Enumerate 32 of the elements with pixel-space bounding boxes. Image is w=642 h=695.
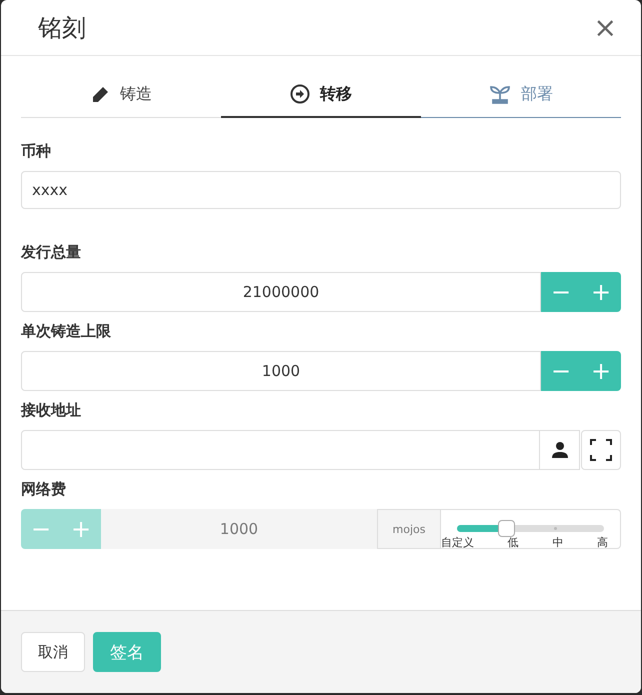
tab[interactable]: 铸造 <box>21 72 221 118</box>
field-label: 币种 <box>21 142 52 161</box>
sprout-icon <box>489 84 511 104</box>
contacts-button[interactable] <box>540 430 580 470</box>
tick-label: 自定义 <box>441 536 474 549</box>
minus-button[interactable]: − <box>541 272 581 312</box>
field-label: 网络费 <box>21 480 67 499</box>
scan-icon <box>590 439 612 461</box>
number-field[interactable]: 21000000 <box>21 272 541 312</box>
minus-button[interactable]: − <box>541 351 581 391</box>
tab[interactable]: 转移 <box>221 72 421 118</box>
plus-button[interactable]: + <box>581 272 621 312</box>
scan-button[interactable] <box>581 430 621 470</box>
text-field[interactable]: xxxx <box>21 171 621 209</box>
pencil-icon <box>90 84 110 104</box>
tick-label: 低 <box>508 536 519 549</box>
unit-label: mojos <box>377 509 441 549</box>
tick-label: 中 <box>552 536 564 549</box>
cancel-button[interactable]: 取消 <box>21 632 85 672</box>
plus-button[interactable]: + <box>581 351 621 391</box>
field-label: 单次铸造上限 <box>21 322 112 341</box>
person-icon <box>550 441 568 459</box>
tab[interactable]: 部署 <box>421 72 621 118</box>
sign-button[interactable]: 签名 <box>93 632 161 672</box>
arrow-circle-icon <box>290 84 310 104</box>
address-field[interactable] <box>21 430 540 470</box>
field-label: 接收地址 <box>21 401 82 420</box>
field-label: 发行总量 <box>21 243 82 262</box>
number-field[interactable]: 1000 <box>21 351 541 391</box>
close-button[interactable]: × <box>590 11 621 44</box>
dialog-title: 铭刻 <box>38 12 86 44</box>
tick-label: 高 <box>596 536 608 549</box>
